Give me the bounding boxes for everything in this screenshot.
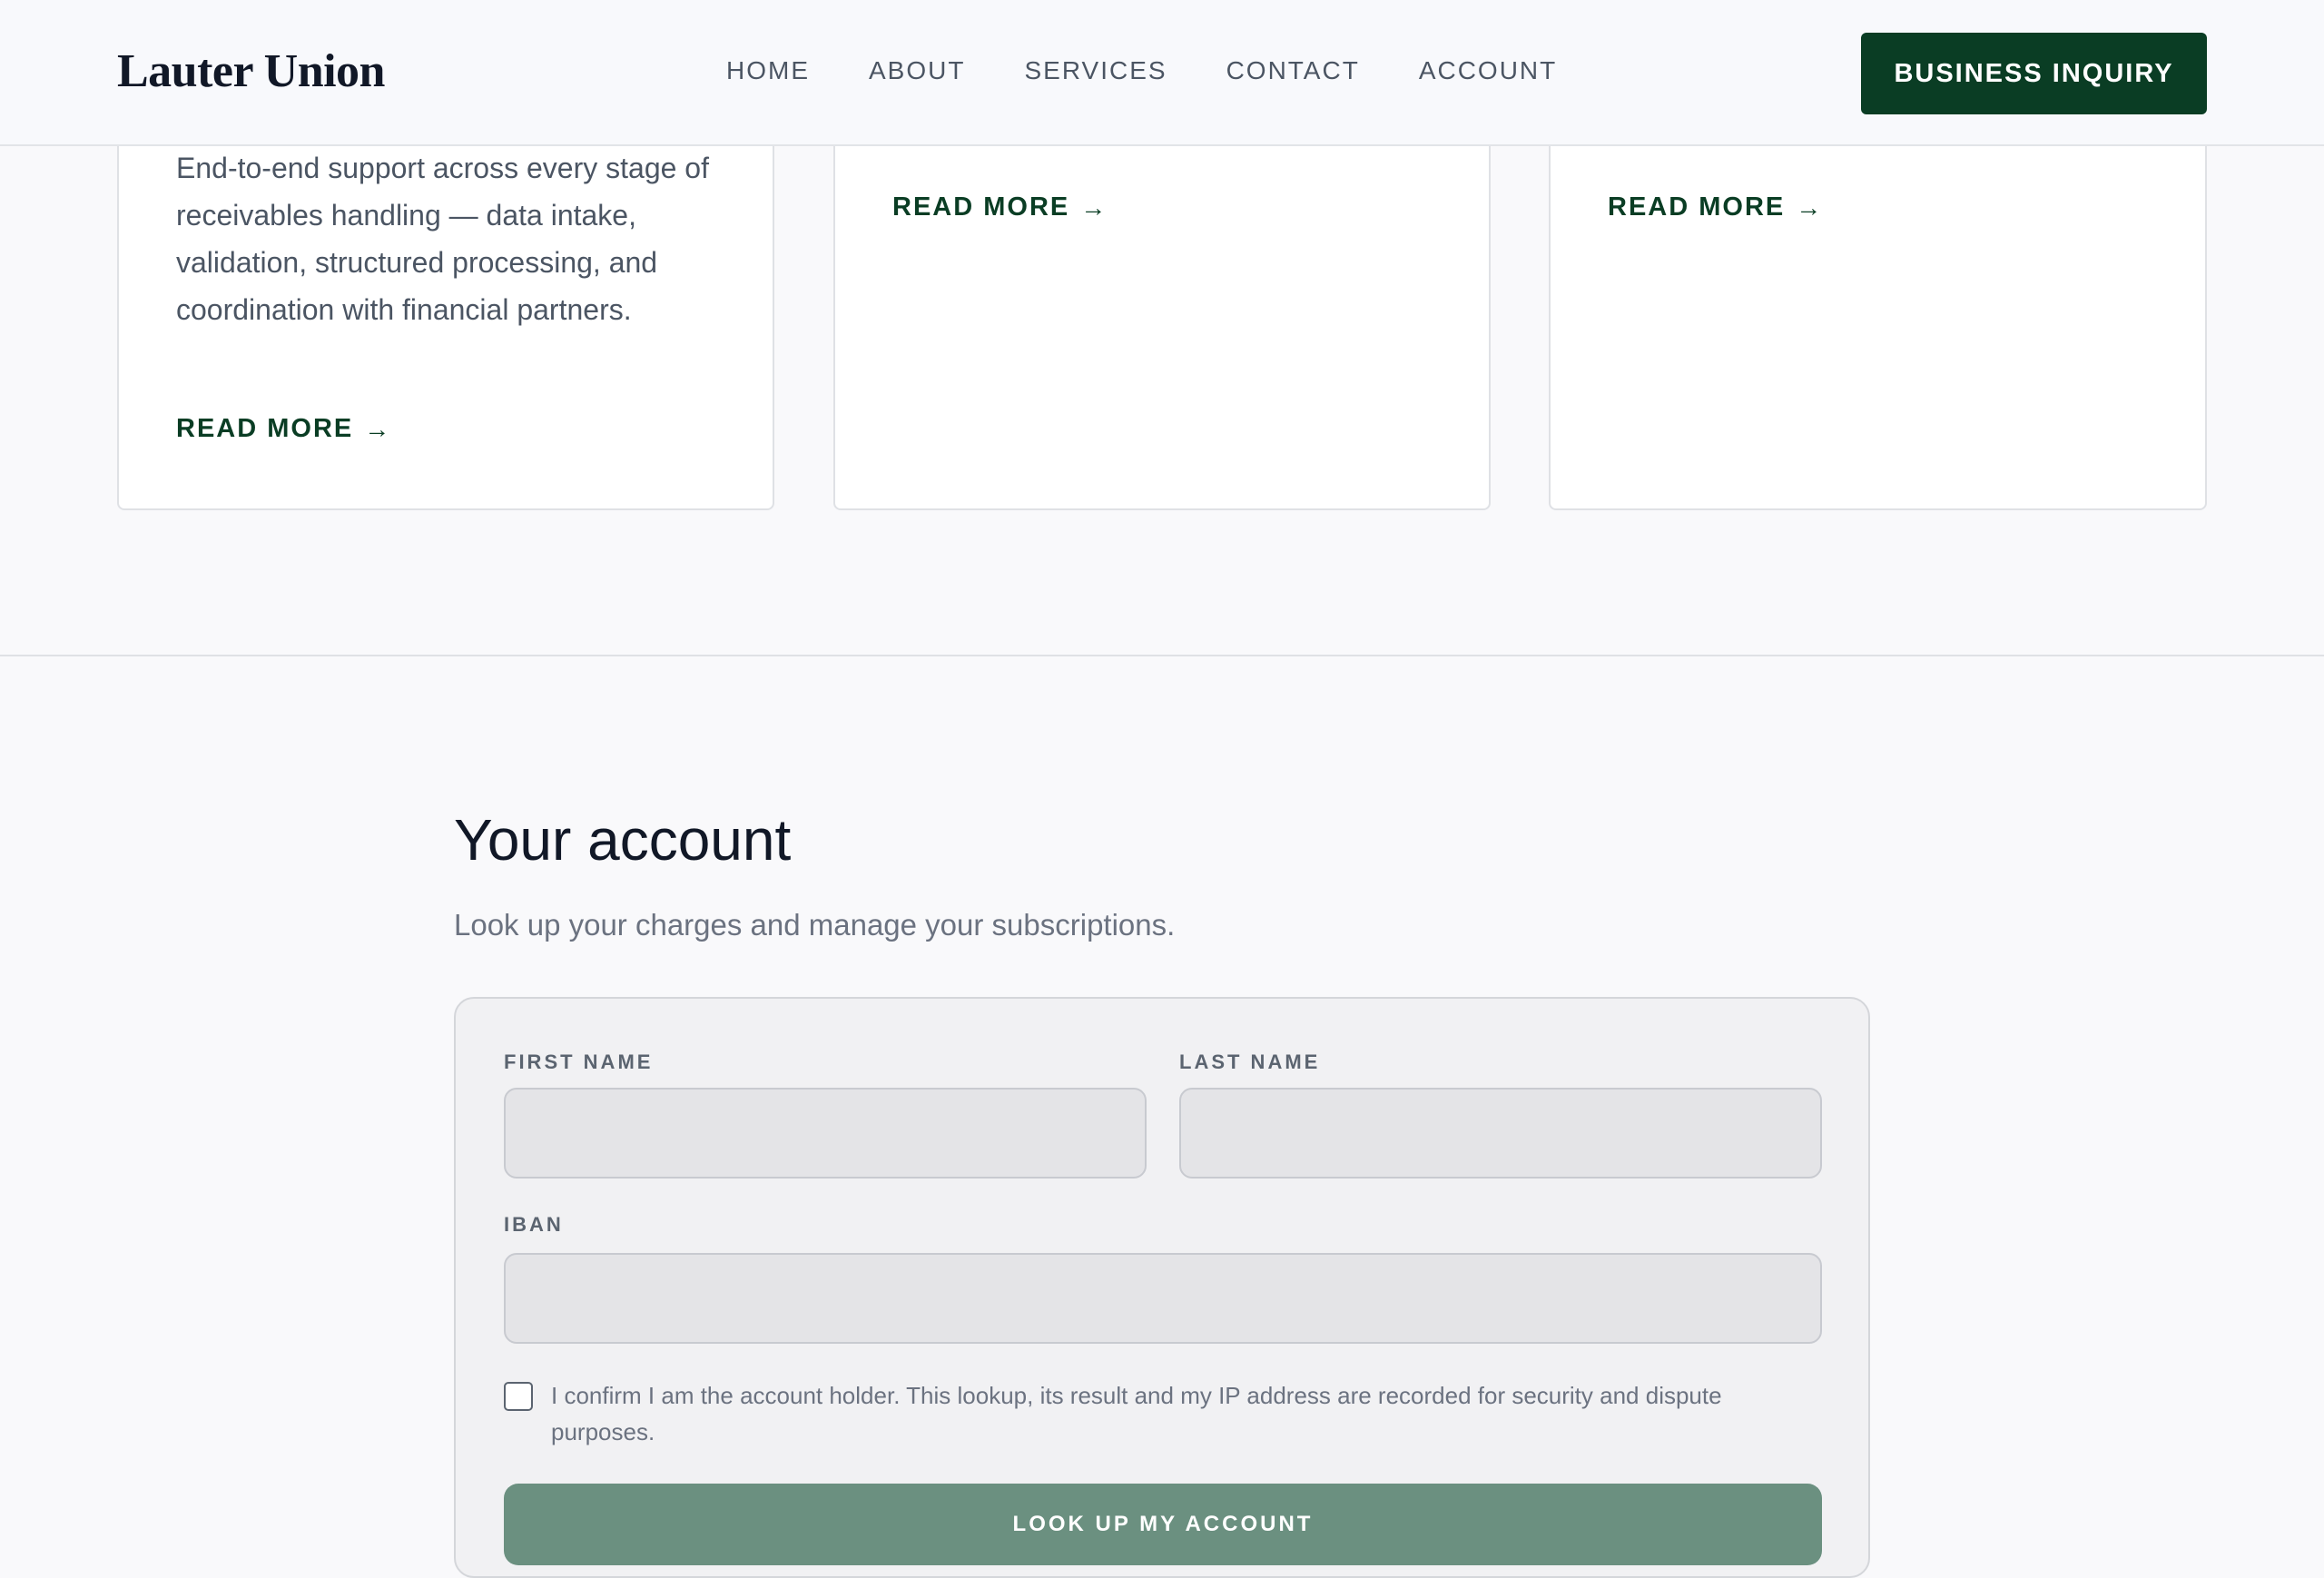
business-inquiry-button[interactable]: BUSINESS INQUIRY: [1861, 33, 2207, 114]
nav-contact[interactable]: CONTACT: [1226, 53, 1360, 89]
nav-account[interactable]: ACCOUNT: [1419, 53, 1557, 89]
arrow-right-icon: →: [1080, 192, 1108, 222]
nav-about[interactable]: ABOUT: [869, 53, 965, 89]
read-more-link[interactable]: READ MORE →: [892, 192, 1108, 222]
read-more-link[interactable]: READ MORE →: [1608, 192, 1823, 222]
last-name-label: LAST NAME: [1179, 1050, 1321, 1073]
iban-label: IBAN: [504, 1213, 564, 1236]
last-name-input[interactable]: [1179, 1088, 1822, 1179]
section-divider: [0, 655, 2324, 656]
account-title: Your account: [454, 807, 792, 873]
nav-services[interactable]: SERVICES: [1024, 53, 1167, 89]
account-lookup-form: FIRST NAME LAST NAME IBAN I confirm I am…: [454, 997, 1870, 1578]
consent-text: I confirm I am the account holder. This …: [551, 1382, 1722, 1445]
service-card-description: End-to-end support across every stage of…: [176, 152, 709, 326]
site-header: Lauter Union HOME ABOUT SERVICES CONTACT…: [0, 0, 2324, 146]
first-name-label: FIRST NAME: [504, 1050, 654, 1073]
iban-input[interactable]: [504, 1253, 1822, 1344]
arrow-right-icon: →: [364, 414, 392, 443]
first-name-input[interactable]: [504, 1088, 1147, 1179]
read-more-label: READ MORE: [892, 192, 1070, 222]
nav-home[interactable]: HOME: [726, 53, 810, 89]
consent-checkbox[interactable]: [504, 1382, 533, 1411]
lookup-account-button[interactable]: LOOK UP MY ACCOUNT: [504, 1484, 1822, 1565]
read-more-link[interactable]: READ MORE →: [176, 414, 391, 444]
arrow-right-icon: →: [1796, 192, 1824, 222]
read-more-label: READ MORE: [1608, 192, 1786, 222]
brand-logo[interactable]: Lauter Union: [117, 42, 385, 102]
account-subtitle: Look up your charges and manage your sub…: [454, 908, 1176, 942]
read-more-label: READ MORE: [176, 414, 354, 443]
main-nav: HOME ABOUT SERVICES CONTACT ACCOUNT: [726, 53, 1616, 89]
